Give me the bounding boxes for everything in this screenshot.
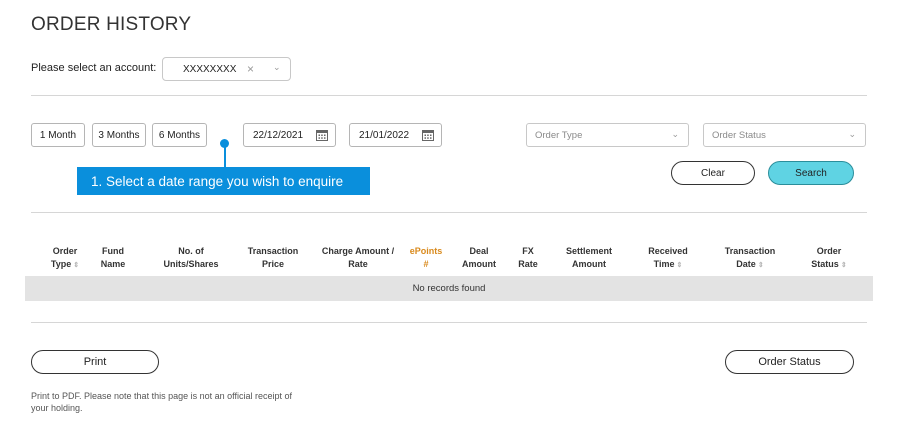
col-header-units-line2: Units/Shares: [163, 259, 219, 269]
chevron-down-icon: ⌄: [671, 129, 679, 139]
col-header-settlement-amount-line1: Settlement: [565, 246, 612, 256]
col-header-fx-rate-line2: Rate: [518, 259, 538, 269]
col-header-fund-name: Fund Name: [92, 245, 134, 271]
order-type-select[interactable]: Order Type ⌄: [526, 123, 689, 147]
chevron-down-icon: ⌄: [848, 129, 856, 139]
col-header-deal-amount-line1: Deal: [469, 246, 489, 256]
col-header-transaction-date-line2: Date: [736, 259, 756, 269]
empty-table-row: No records found: [25, 276, 873, 301]
sort-icon[interactable]: ⇕: [73, 262, 79, 269]
divider-bottom: [31, 322, 867, 323]
order-status-select[interactable]: Order Status ⌄: [703, 123, 866, 147]
sort-icon[interactable]: ⇕: [758, 262, 764, 269]
col-header-order-type-line2: Type: [50, 259, 72, 269]
date-to-field[interactable]: 21/01/2022: [349, 123, 442, 147]
period-6-months-button[interactable]: 6 Months: [152, 123, 207, 147]
col-header-epoints-line2: #: [423, 259, 429, 269]
col-header-order-status[interactable]: Order Status ⇕: [800, 245, 858, 272]
col-header-settlement-amount-line2: Amount: [572, 259, 606, 269]
order-status-button[interactable]: Order Status: [725, 350, 854, 374]
col-header-fund-name-line2: Name: [100, 259, 126, 269]
print-button[interactable]: Print: [31, 350, 159, 374]
account-select-value: XXXXXXXX: [183, 64, 237, 75]
col-header-epoints-line1: ePoints: [409, 246, 443, 256]
col-header-received-time-line2: Time: [653, 259, 675, 269]
col-header-received-time[interactable]: Received Time ⇕: [640, 245, 696, 272]
sort-icon[interactable]: ⇕: [841, 262, 847, 269]
tooltip-pointer-line: [224, 146, 226, 167]
col-header-settlement-amount: Settlement Amount: [557, 245, 621, 271]
sort-icon[interactable]: ⇕: [676, 262, 682, 269]
date-range-tooltip: 1. Select a date range you wish to enqui…: [77, 167, 370, 195]
chevron-down-icon[interactable]: ⌄: [273, 62, 281, 73]
col-header-units: No. of Units/Shares: [155, 245, 227, 271]
col-header-transaction-price: Transaction Price: [241, 245, 305, 271]
col-header-charge-amount: Charge Amount / Rate: [314, 245, 402, 271]
col-header-transaction-price-line2: Price: [261, 259, 285, 269]
date-from-value: 22/12/2021: [253, 130, 304, 141]
col-header-transaction-price-line1: Transaction: [247, 246, 299, 256]
col-header-fx-rate-line1: FX: [522, 246, 534, 256]
account-select-label: Please select an account:: [31, 62, 157, 74]
col-header-order-status-line2: Status: [811, 259, 839, 269]
col-header-order-status-line1: Order: [816, 246, 842, 256]
col-header-units-line1: No. of: [178, 246, 204, 256]
clear-icon[interactable]: ×: [247, 62, 254, 76]
date-to-value: 21/01/2022: [359, 130, 410, 141]
account-select[interactable]: XXXXXXXX × ⌄: [162, 57, 291, 81]
calendar-icon[interactable]: [316, 129, 328, 141]
col-header-fx-rate: FX Rate: [510, 245, 546, 271]
col-header-order-type[interactable]: Order Type ⇕: [44, 245, 86, 272]
col-header-received-time-line1: Received: [648, 246, 688, 256]
calendar-icon[interactable]: [422, 129, 434, 141]
print-note: Print to PDF. Please note that this page…: [31, 391, 292, 413]
col-header-charge-amount-line2: Rate: [348, 259, 368, 269]
date-from-field[interactable]: 22/12/2021: [243, 123, 336, 147]
clear-button[interactable]: Clear: [671, 161, 755, 185]
page-title: ORDER HISTORY: [31, 14, 192, 35]
col-header-fund-name-line1: Fund: [102, 246, 124, 256]
col-header-transaction-date-line1: Transaction: [724, 246, 776, 256]
order-type-placeholder: Order Type: [535, 130, 583, 141]
divider-top: [31, 95, 867, 96]
col-header-transaction-date[interactable]: Transaction Date ⇕: [718, 245, 782, 272]
period-1-month-button[interactable]: 1 Month: [31, 123, 85, 147]
col-header-deal-amount-line2: Amount: [462, 259, 496, 269]
col-header-deal-amount: Deal Amount: [456, 245, 502, 271]
col-header-epoints: ePoints #: [403, 245, 449, 271]
col-header-charge-amount-line1: Charge Amount /: [321, 246, 395, 256]
order-status-placeholder: Order Status: [712, 130, 766, 141]
period-3-months-button[interactable]: 3 Months: [92, 123, 146, 147]
col-header-order-type-line1: Order: [52, 246, 78, 256]
search-button[interactable]: Search: [768, 161, 854, 185]
divider-middle: [31, 212, 867, 213]
